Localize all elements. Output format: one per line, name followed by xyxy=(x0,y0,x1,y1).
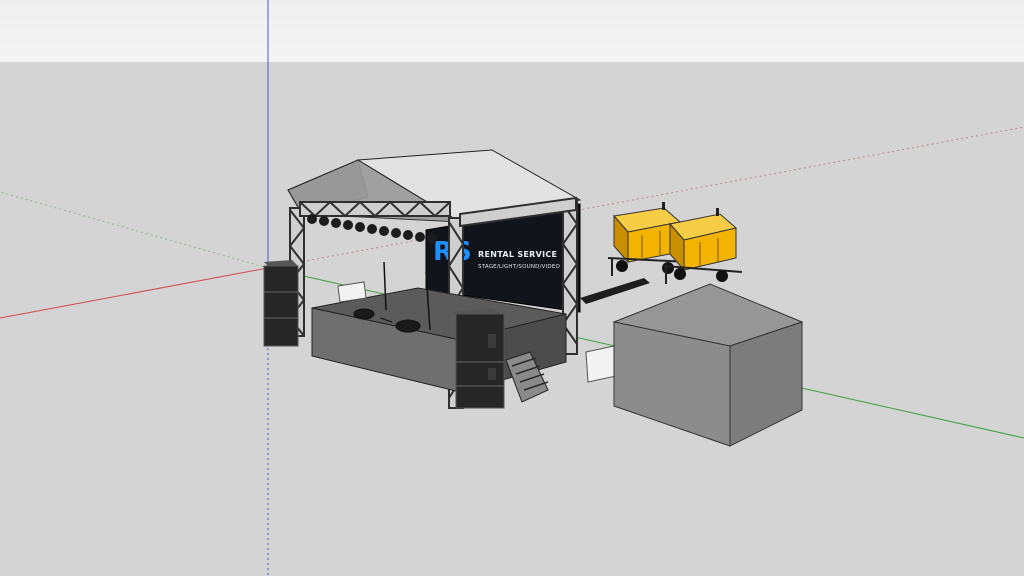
model-viewport[interactable]: RS RENTAL SERVICE STAGE/LIGHT/SOUND/VIDE… xyxy=(0,0,1024,576)
stage-structure[interactable]: RS RENTAL SERVICE STAGE/LIGHT/SOUND/VIDE… xyxy=(287,149,617,409)
barrier-right xyxy=(585,345,617,383)
banner-title: RENTAL SERVICE xyxy=(478,250,557,259)
speaker-stack-right[interactable] xyxy=(452,308,505,409)
cable-ramp xyxy=(580,278,650,304)
speaker-stack-left[interactable] xyxy=(263,260,299,347)
scene-canvas[interactable]: RS RENTAL SERVICE STAGE/LIGHT/SOUND/VIDE… xyxy=(0,0,1024,576)
cable-runs xyxy=(580,278,650,304)
banner-subtitle: STAGE/LIGHT/SOUND/VIDEO xyxy=(478,264,561,270)
pyramid-tent[interactable] xyxy=(612,283,804,447)
axis-red xyxy=(0,267,269,319)
axis-green-dotted xyxy=(0,191,269,269)
barrier-left xyxy=(337,281,367,303)
